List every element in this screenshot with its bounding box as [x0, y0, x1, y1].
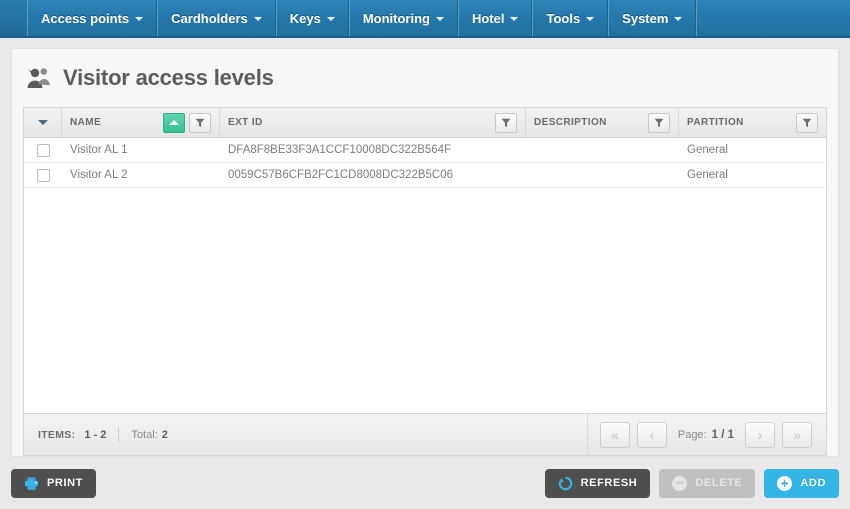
nav-empty-space [696, 0, 850, 36]
filter-funnel-icon[interactable] [796, 112, 818, 133]
grid-header-row: NAME EXT ID DESCRIPTION PARTITION [24, 108, 826, 138]
triangle-up-glyph [169, 120, 179, 125]
cell-name: Visitor AL 2 [70, 169, 128, 181]
content-card: Visitor access levels NAME EXT ID DESCRI… [11, 48, 839, 457]
funnel-glyph [802, 118, 812, 127]
grid-header-partition[interactable]: PARTITION [679, 108, 826, 137]
chevron-down-icon[interactable] [37, 120, 48, 125]
chevron-down-icon [253, 17, 262, 21]
grid-footer: ITEMS: 1 - 2 Total: 2 « ‹ Page: 1 / 1 › » [24, 413, 826, 455]
nav-item-cardholders[interactable]: Cardholders [157, 0, 276, 36]
page-value: 1 / 1 [711, 428, 734, 441]
items-total-value: 2 [161, 428, 168, 441]
column-label-description: DESCRIPTION [534, 117, 607, 128]
items-total-label: Total: [131, 428, 158, 441]
sort-ascending-icon[interactable] [163, 112, 185, 133]
funnel-glyph [501, 118, 511, 127]
page-header: Visitor access levels [12, 49, 838, 107]
funnel-glyph [654, 118, 664, 127]
chevron-down-icon [674, 17, 683, 21]
nav-item-hotel[interactable]: Hotel [457, 0, 533, 36]
grid-body: Visitor AL 1 DFA8F8BE33F3A1CCF10008DC322… [24, 138, 826, 413]
row-select-cell[interactable] [24, 163, 62, 187]
cell-extid: DFA8F8BE33F3A1CCF10008DC322B564F [228, 144, 452, 156]
refresh-button-label: REFRESH [580, 477, 638, 489]
nav-item-label: Cardholders [171, 10, 248, 26]
chevron-down-icon [435, 17, 444, 21]
page-content-wrapper: Visitor access levels NAME EXT ID DESCRI… [0, 38, 850, 457]
grid-header-select-all[interactable] [24, 108, 62, 137]
cell-description [526, 163, 679, 187]
delete-button-label: DELETE [695, 477, 743, 489]
grid-header-description[interactable]: DESCRIPTION [526, 108, 679, 137]
page-title: Visitor access levels [63, 65, 274, 90]
nav-item-tools[interactable]: Tools [532, 0, 609, 36]
cell-name: Visitor AL 1 [70, 144, 128, 156]
nav-item-label: Keys [289, 10, 321, 26]
delete-button: − DELETE [659, 468, 756, 498]
items-label: ITEMS: [38, 428, 76, 441]
filter-funnel-icon[interactable] [495, 112, 517, 133]
nav-item-label: Hotel [471, 10, 505, 26]
plus-circle-icon: + [777, 475, 793, 491]
next-page-button[interactable]: › [745, 421, 775, 448]
print-button[interactable]: PRINT [11, 468, 96, 498]
printer-icon [25, 476, 38, 490]
cell-partition: General [687, 169, 728, 181]
nav-item-label: System [622, 10, 669, 26]
row-checkbox[interactable] [36, 143, 50, 157]
funnel-glyph [195, 118, 205, 127]
refresh-icon [558, 476, 572, 490]
column-label-partition: PARTITION [687, 117, 744, 128]
items-range: 1 - 2 [84, 428, 107, 441]
column-label-name: NAME [70, 117, 102, 128]
grid-header-name[interactable]: NAME [62, 108, 220, 137]
chevron-down-icon [510, 17, 519, 21]
chevron-down-icon [135, 17, 144, 21]
add-button[interactable]: + ADD [764, 468, 839, 498]
row-checkbox[interactable] [36, 168, 50, 182]
filter-funnel-icon[interactable] [648, 112, 670, 133]
refresh-button[interactable]: REFRESH [544, 468, 651, 498]
nav-item-label: Access points [41, 10, 130, 26]
visitors-group-icon [27, 68, 50, 88]
nav-item-label: Tools [546, 10, 581, 26]
nav-item-access-points[interactable]: Access points [27, 0, 158, 36]
cell-description [526, 138, 679, 162]
cell-partition: General [687, 144, 728, 156]
row-select-cell[interactable] [24, 138, 62, 162]
chevron-down-icon [326, 17, 335, 21]
nav-item-monitoring[interactable]: Monitoring [348, 0, 458, 36]
divider [118, 427, 120, 442]
items-summary: ITEMS: 1 - 2 Total: 2 [24, 414, 588, 455]
column-label-extid: EXT ID [228, 117, 263, 128]
chevron-down-icon [586, 17, 595, 21]
main-navigation-bar: Access points Cardholders Keys Monitorin… [0, 0, 850, 38]
table-row[interactable]: Visitor AL 2 0059C57B6CFB2FC1CD8008DC322… [24, 163, 826, 188]
last-page-button[interactable]: » [782, 421, 812, 448]
nav-item-keys[interactable]: Keys [275, 0, 349, 36]
table-row[interactable]: Visitor AL 1 DFA8F8BE33F3A1CCF10008DC322… [24, 138, 826, 163]
nav-item-system[interactable]: System [608, 0, 697, 36]
add-button-label: ADD [800, 477, 826, 489]
page-indicator: Page: 1 / 1 [678, 429, 734, 441]
grid-header-extid[interactable]: EXT ID [220, 108, 526, 137]
previous-page-button[interactable]: ‹ [636, 421, 667, 448]
bottom-action-bar: PRINT REFRESH − DELETE + ADD [0, 457, 850, 509]
pagination-controls: « ‹ Page: 1 / 1 › » [588, 414, 826, 455]
cell-extid: 0059C57B6CFB2FC1CD8008DC322B5C06 [228, 169, 454, 181]
page-label: Page: [677, 428, 707, 441]
first-page-button[interactable]: « [599, 421, 630, 448]
filter-funnel-icon[interactable] [189, 112, 211, 133]
data-grid: NAME EXT ID DESCRIPTION PARTITION Visito… [23, 107, 827, 456]
minus-circle-icon: − [672, 475, 688, 491]
print-button-label: PRINT [47, 477, 83, 489]
nav-item-label: Monitoring [362, 10, 430, 26]
